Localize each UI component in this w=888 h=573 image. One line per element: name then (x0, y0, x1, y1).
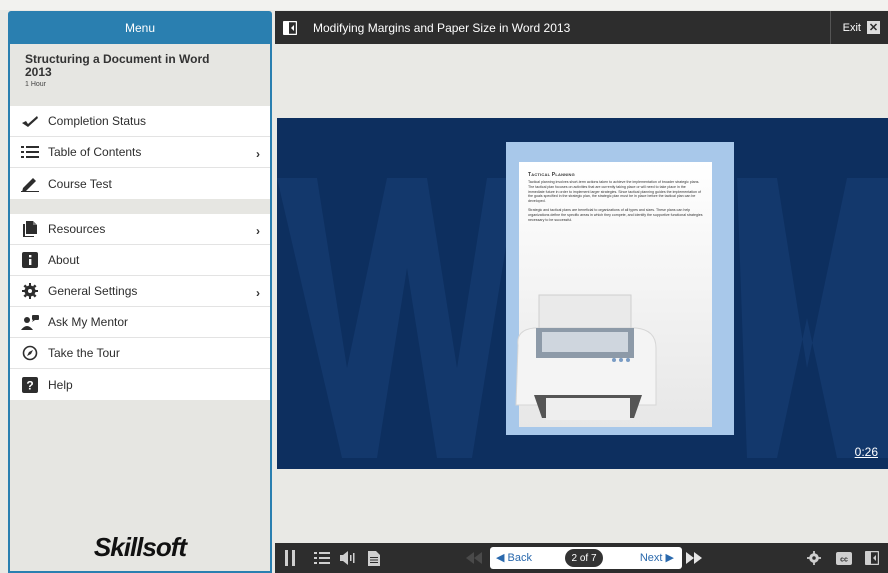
document-icon (368, 550, 380, 566)
menu-divider (10, 199, 270, 214)
top-strip (0, 0, 888, 10)
transcript-button[interactable] (363, 543, 385, 573)
list-icon (314, 552, 330, 564)
menu-item-label: Completion Status (48, 114, 147, 128)
rewind-icon (466, 552, 482, 564)
sidebar-menu: Menu Structuring a Document in Word 2013… (8, 11, 272, 573)
documents-icon (20, 221, 40, 237)
menu-item-take-the-tour[interactable]: Take the Tour (10, 338, 270, 369)
exit-button[interactable]: Exit ✕ (829, 11, 888, 44)
outline-button[interactable] (311, 543, 333, 573)
menu-item-label: Resources (48, 222, 106, 236)
menu-item-about[interactable]: About (10, 245, 270, 276)
page-navigator: ◀ Back 2 of 7 Next ▶ (490, 547, 682, 569)
volume-icon (340, 551, 355, 565)
chevron-right-icon: › (256, 147, 260, 161)
lesson-title: Modifying Margins and Paper Size in Word… (313, 20, 571, 35)
svg-text:cc: cc (840, 556, 848, 563)
info-icon (20, 252, 40, 268)
menu-header: Menu (124, 20, 156, 35)
check-icon (20, 113, 40, 129)
panel-toggle-icon (865, 551, 879, 565)
menu-item-label: Ask My Mentor (48, 315, 129, 329)
menu-group-tools: Resources › About General Settings › Ask… (10, 214, 270, 400)
course-duration: 1 Hour (25, 81, 47, 88)
slide-paragraph: Tactical planning involves short-term ac… (528, 180, 701, 204)
pencil-icon (20, 176, 40, 192)
svg-text:?: ? (26, 378, 33, 392)
menu-item-general-settings[interactable]: General Settings › (10, 276, 270, 307)
menu-item-label: About (48, 253, 80, 267)
course-info: Structuring a Document in Word 2013 1 Ho… (10, 44, 270, 106)
close-icon: ✕ (867, 21, 880, 34)
printer-illustration (515, 294, 657, 420)
rewind-button[interactable] (463, 543, 485, 573)
pause-icon (285, 550, 295, 566)
closed-captions-button[interactable]: cc (832, 543, 856, 573)
skillsoft-logo: Skillsoft (93, 532, 187, 562)
menu-item-label: Course Test (48, 176, 112, 191)
menu-item-ask-my-mentor[interactable]: Ask My Mentor (10, 307, 270, 338)
settings-button[interactable] (803, 543, 825, 573)
exit-label: Exit (842, 21, 861, 34)
menu-item-course-test[interactable]: Course Test (10, 168, 270, 199)
video-player[interactable]: Tactical Planning Tactical planning invo… (277, 118, 888, 469)
cc-icon: cc (836, 551, 852, 565)
fast-forward-button[interactable] (682, 543, 706, 573)
toggle-menu-button[interactable] (275, 11, 305, 44)
menu-item-label: Help (48, 377, 73, 392)
menu-item-label: General Settings (48, 284, 138, 298)
gear-icon (20, 283, 40, 299)
chevron-right-icon: › (256, 224, 260, 238)
menu-group-course: Completion Status Table of Contents › Co… (10, 106, 270, 199)
chevron-right-icon: › (256, 286, 260, 300)
video-timer: 0:26 (854, 445, 878, 459)
panel-toggle-icon (283, 20, 297, 35)
sidebar-panel: Structuring a Document in Word 2013 1 Ho… (10, 44, 270, 571)
menu-item-label: Take the Tour (48, 346, 120, 360)
list-icon (20, 144, 40, 160)
help-icon: ? (20, 376, 40, 393)
volume-button[interactable] (336, 543, 360, 573)
panel-toggle-button[interactable] (860, 543, 884, 573)
menu-item-table-of-contents[interactable]: Table of Contents › (10, 137, 270, 168)
compass-icon (20, 345, 40, 361)
mentor-icon (20, 314, 40, 330)
menu-item-resources[interactable]: Resources › (10, 214, 270, 245)
title-bar: Modifying Margins and Paper Size in Word… (275, 11, 888, 44)
fast-forward-icon (686, 552, 702, 564)
page-indicator: 2 of 7 (565, 549, 603, 567)
menu-item-label: Table of Contents (48, 145, 142, 159)
app: Menu Structuring a Document in Word 2013… (0, 0, 888, 573)
slide-heading: Tactical Planning (528, 172, 575, 178)
menu-item-help[interactable]: ? Help (10, 369, 270, 400)
pause-button[interactable] (279, 543, 301, 573)
next-button[interactable]: Next ▶ (640, 551, 674, 564)
slide-image: Tactical Planning Tactical planning invo… (506, 142, 734, 435)
gear-icon (807, 551, 821, 565)
playback-controls: ◀ Back 2 of 7 Next ▶ cc (275, 543, 888, 573)
slide-body: Tactical planning involves short-term ac… (528, 180, 703, 222)
slide-paragraph: Strategic and tactical plans are benefic… (528, 207, 703, 222)
menu-item-completion-status[interactable]: Completion Status (10, 106, 270, 137)
back-button[interactable]: ◀ Back (496, 551, 532, 564)
course-title: Structuring a Document in Word 2013 (25, 52, 210, 79)
